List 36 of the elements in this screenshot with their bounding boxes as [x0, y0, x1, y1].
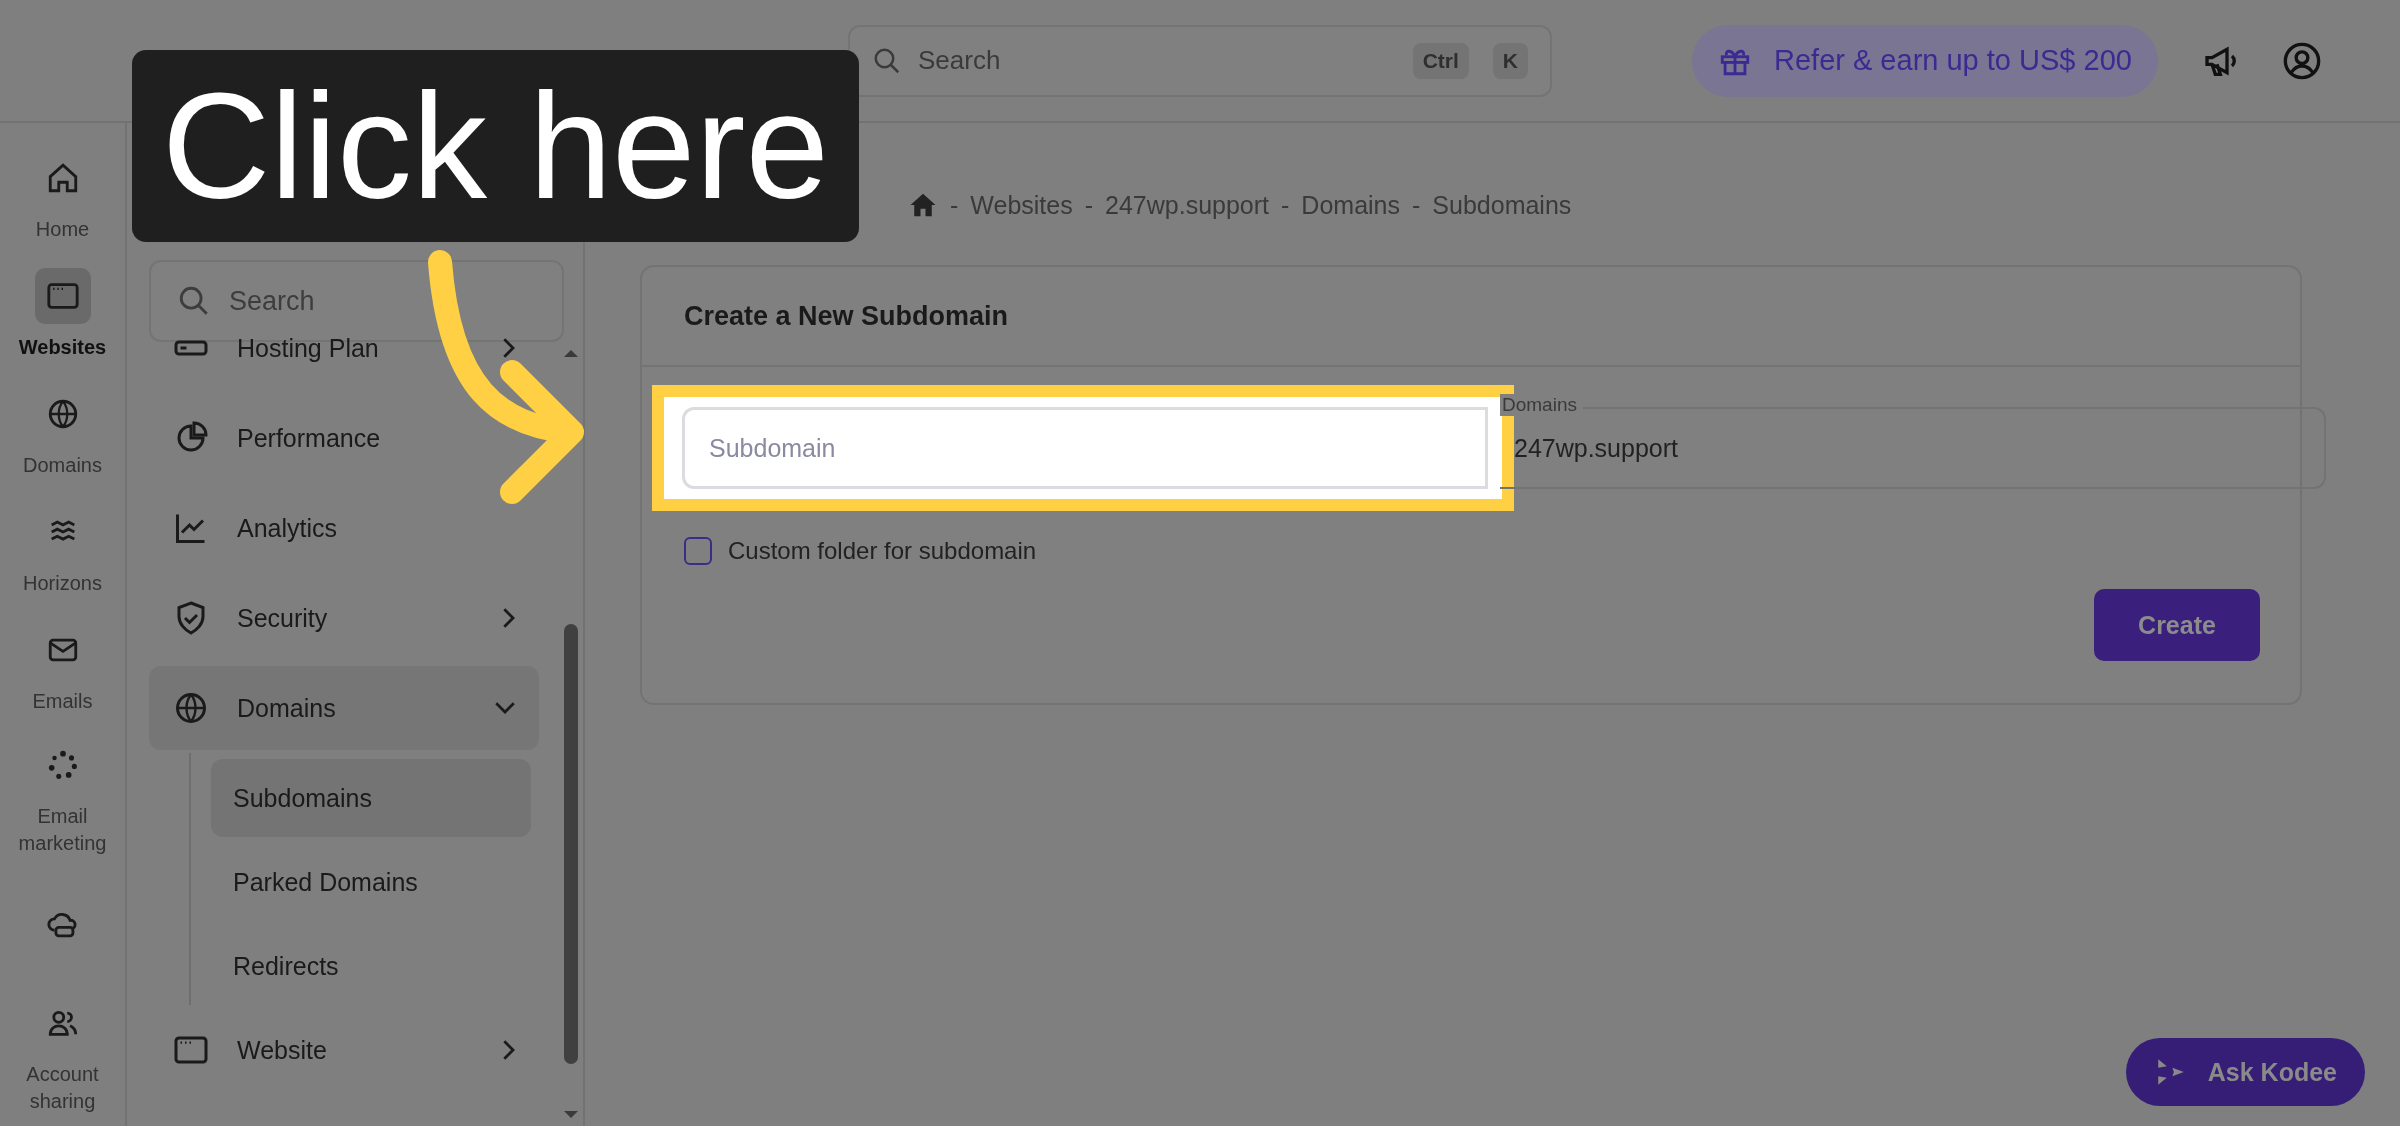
nav-label[interactable]: Horizons	[23, 569, 102, 597]
menu-item[interactable]: Security	[149, 573, 539, 663]
shortcut-key: K	[1492, 42, 1528, 79]
subdomain-input[interactable]: Subdomain	[682, 407, 1488, 489]
search-field[interactable]: Search Ctrl K	[848, 24, 1552, 97]
card-title: Create a New Subdomain	[684, 300, 1009, 332]
menu-item[interactable]: Domains	[149, 666, 539, 750]
breadcrumb-link[interactable]: Subdomains	[1432, 190, 1572, 220]
create-button[interactable]: Create	[2094, 589, 2260, 661]
breadcrumb-link[interactable]: Websites	[970, 190, 1073, 220]
nav-label[interactable]: Domains	[23, 451, 102, 479]
breadcrumb-separator: -	[1412, 190, 1421, 220]
assistant-button[interactable]: Ask Kodee	[2125, 1038, 2365, 1106]
breadcrumb-link[interactable]: Domains	[1301, 190, 1400, 220]
shortcut-key: Ctrl	[1412, 42, 1469, 79]
referral-button[interactable]: Refer & earn up to US$ 200	[1692, 24, 2158, 97]
submenu-item[interactable]: Redirects	[211, 927, 531, 1005]
nav-label[interactable]: Account sharing	[7, 1061, 118, 1115]
search-placeholder: Search	[229, 285, 315, 317]
nav-label[interactable]: Emails	[32, 687, 93, 715]
breadcrumb-separator: -	[1084, 190, 1093, 220]
checkbox-label: Custom folder for subdomain	[728, 537, 1037, 565]
menu-item[interactable]: Analytics	[149, 483, 539, 573]
nav-label[interactable]: Home	[35, 215, 90, 243]
nav-label[interactable]: Email marketing	[7, 803, 118, 857]
breadcrumb-separator: -	[950, 190, 959, 220]
menu-item[interactable]: Website	[149, 1005, 539, 1095]
search-placeholder: Search	[918, 45, 1002, 76]
breadcrumb-link[interactable]: 247wp.support	[1105, 190, 1270, 220]
submenu-item[interactable]: Parked Domains	[211, 843, 531, 921]
tooltip-callout: Click here	[132, 50, 859, 242]
breadcrumb-separator: -	[1281, 190, 1290, 220]
field-label: Domains	[1500, 394, 1583, 416]
menu-item[interactable]: Performance	[149, 393, 539, 483]
nav-label[interactable]: Websites	[18, 333, 107, 361]
submenu-item[interactable]: Subdomains	[211, 759, 531, 837]
